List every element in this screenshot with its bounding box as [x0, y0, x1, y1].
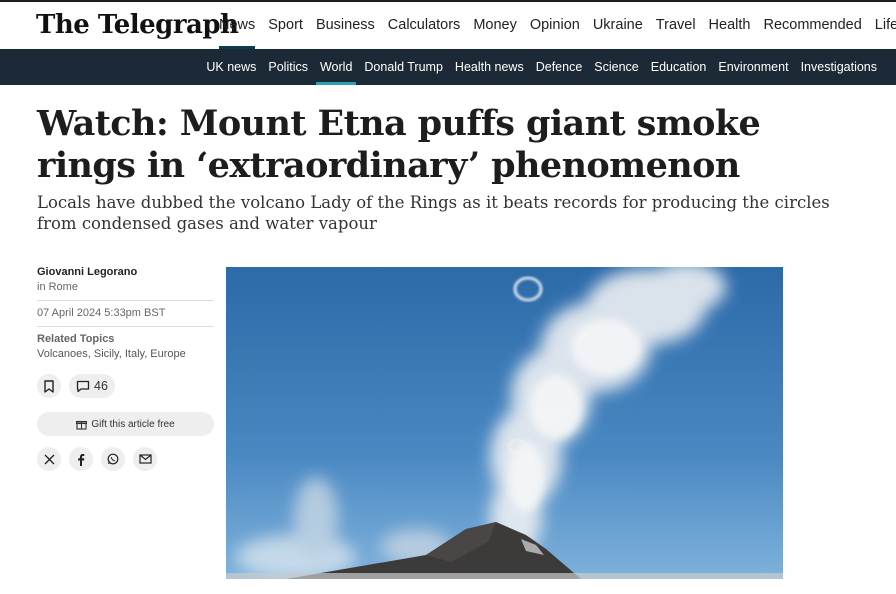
meta-divider [37, 326, 214, 327]
article-headline: Watch: Mount Etna puffs giant smoke ring… [37, 103, 761, 186]
email-icon [138, 454, 152, 464]
comment-count: 46 [94, 379, 108, 393]
subnav-item-defence[interactable]: Defence [536, 50, 583, 84]
subnav-item-education[interactable]: Education [651, 50, 707, 84]
whatsapp-icon [107, 453, 119, 465]
share-row [37, 447, 214, 471]
subnav-item-investigations[interactable]: Investigations [801, 50, 877, 84]
facebook-icon [78, 453, 85, 466]
telegraph-logo[interactable]: The Telegraph [36, 10, 239, 40]
top-navigation-bar: The Telegraph News Sport Business Calcul… [0, 0, 896, 49]
meta-divider [37, 300, 214, 301]
related-topics-links[interactable]: Volcanoes, Sicily, Italy, Europe [37, 348, 214, 360]
author-name[interactable]: Giovanni Legorano [37, 266, 214, 278]
section-subnav-bar: UK news Politics World Donald Trump Heal… [0, 49, 896, 85]
bookmark-button[interactable] [37, 374, 61, 398]
subnav-item-uk-news[interactable]: UK news [206, 50, 256, 84]
publish-date: 07 April 2024 5:33pm BST [37, 307, 166, 319]
nav-item-opinion[interactable]: Opinion [530, 2, 580, 49]
gift-label: Gift this article free [91, 418, 175, 430]
section-subnav: UK news Politics World Donald Trump Heal… [206, 49, 877, 85]
share-facebook-button[interactable] [69, 447, 93, 471]
author-location: in Rome [37, 281, 78, 293]
article-meta: Giovanni Legorano in Rome 07 April 2024 … [37, 266, 214, 471]
nav-item-recommended[interactable]: Recommended [763, 2, 861, 49]
subnav-item-environment[interactable]: Environment [718, 50, 788, 84]
action-row: 46 [37, 374, 214, 398]
x-icon [44, 454, 54, 464]
subnav-item-science[interactable]: Science [594, 50, 638, 84]
gift-article-button[interactable]: Gift this article free [37, 412, 214, 436]
nav-item-news[interactable]: News [219, 2, 256, 49]
share-email-button[interactable] [133, 447, 157, 471]
nav-item-lifestyle[interactable]: Lifestyle [875, 2, 896, 49]
nav-item-travel[interactable]: Travel [656, 2, 696, 49]
article-standfirst: Locals have dubbed the volcano Lady of t… [37, 193, 830, 233]
bookmark-icon [44, 379, 54, 393]
comments-button[interactable]: 46 [69, 374, 115, 398]
subnav-item-health-news[interactable]: Health news [455, 50, 524, 84]
gift-icon [76, 420, 88, 430]
share-x-button[interactable] [37, 447, 61, 471]
hero-image-mount-etna[interactable] [226, 267, 783, 579]
share-whatsapp-button[interactable] [101, 447, 125, 471]
nav-item-calculators[interactable]: Calculators [388, 2, 461, 49]
related-topics-title: Related Topics [37, 333, 115, 345]
subnav-item-world[interactable]: World [315, 50, 357, 85]
nav-item-money[interactable]: Money [473, 2, 517, 49]
nav-item-business[interactable]: Business [316, 2, 375, 49]
subnav-item-politics[interactable]: Politics [268, 50, 308, 84]
nav-item-health[interactable]: Health [709, 2, 751, 49]
nav-item-sport[interactable]: Sport [268, 2, 303, 49]
volcano-smoke-ring-image [226, 267, 783, 579]
subnav-item-donald-trump[interactable]: Donald Trump [364, 50, 443, 84]
primary-nav: News Sport Business Calculators Money Op… [219, 2, 896, 49]
nav-item-ukraine[interactable]: Ukraine [593, 2, 643, 49]
comment-icon [76, 380, 90, 392]
